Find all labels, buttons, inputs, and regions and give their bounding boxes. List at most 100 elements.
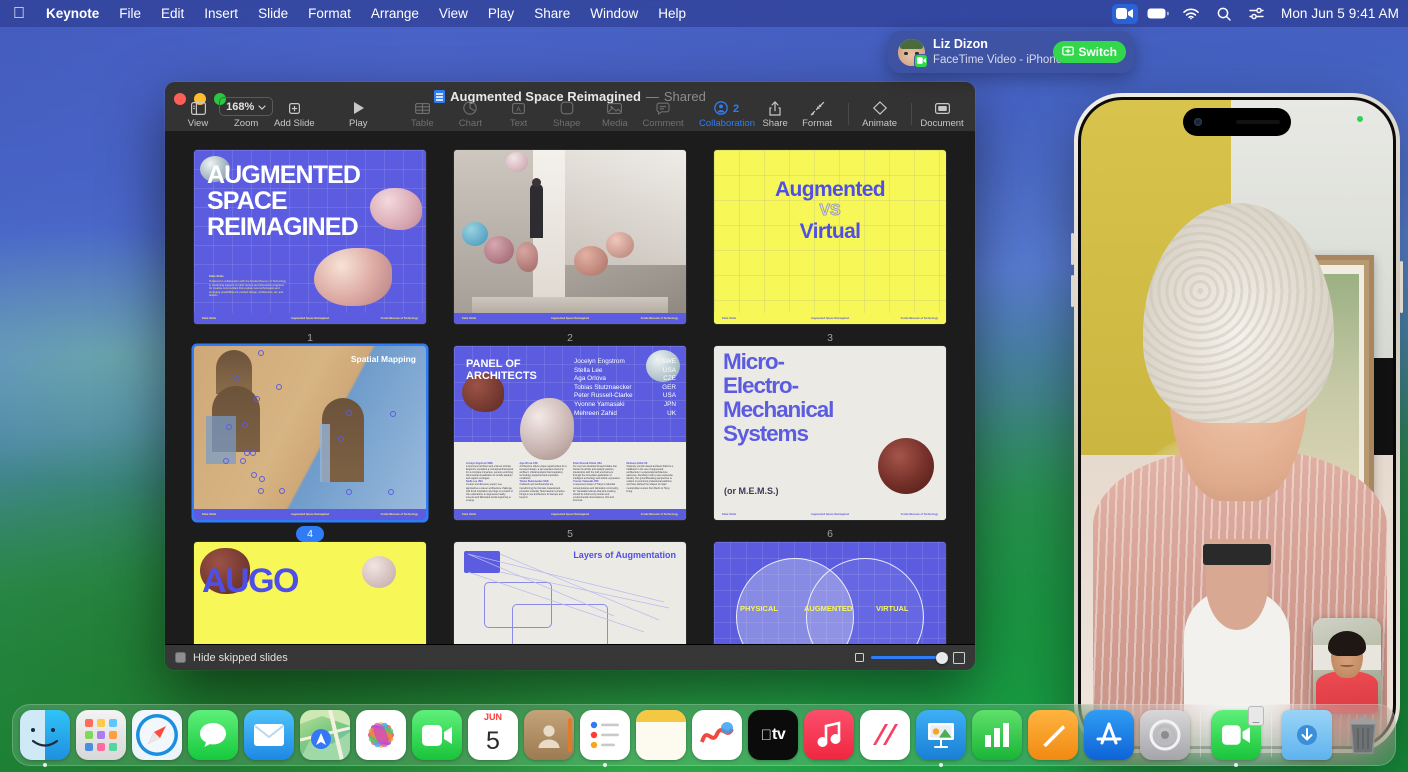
view-button[interactable]: View bbox=[177, 100, 219, 129]
dock-item-app-store[interactable] bbox=[1084, 710, 1134, 760]
menu-item-format[interactable]: Format bbox=[298, 4, 361, 24]
dock-item-tv[interactable]: tv bbox=[748, 710, 798, 760]
slide-cell-7[interactable]: AUGO 7 bbox=[180, 542, 440, 644]
slide-cell-8[interactable]: Layers of Augmentation 8 bbox=[440, 542, 700, 644]
wifi-icon[interactable] bbox=[1178, 4, 1204, 24]
chart-button[interactable]: Chart bbox=[449, 100, 491, 129]
dock-item-freeform[interactable] bbox=[692, 710, 742, 760]
menu-item-edit[interactable]: Edit bbox=[151, 4, 194, 24]
battery-icon[interactable] bbox=[1145, 4, 1171, 24]
table-icon bbox=[415, 100, 430, 116]
slide-thumbnail-8[interactable]: Layers of Augmentation bbox=[454, 542, 686, 644]
video-camera-icon[interactable] bbox=[1112, 4, 1138, 24]
slide-cell-4[interactable]: Spatial Mapping Katie Stolle Augmented S… bbox=[180, 346, 440, 542]
dock-item-keynote[interactable] bbox=[916, 710, 966, 760]
text-button[interactable]: A Text bbox=[498, 100, 540, 129]
slide-thumbnail-3[interactable]: Augmented VS Virtual Katie Stolle Augmen… bbox=[714, 150, 946, 324]
keynote-toolbar: View 168% Zoom Add Slide bbox=[165, 93, 975, 129]
media-button[interactable]: Media bbox=[594, 100, 636, 129]
volume-down-button[interactable] bbox=[1071, 275, 1074, 307]
slide-cell-5[interactable]: PANEL OF ARCHITECTS Jocelyn Engstrom Ste… bbox=[440, 346, 700, 542]
slider-knob[interactable] bbox=[936, 652, 948, 664]
dock-item-contacts[interactable] bbox=[524, 710, 574, 760]
dock-item-notes[interactable] bbox=[636, 710, 686, 760]
slide-cell-3[interactable]: Augmented VS Virtual Katie Stolle Augmen… bbox=[700, 150, 960, 346]
dock-item-system-settings[interactable] bbox=[1140, 710, 1190, 760]
menu-item-file[interactable]: File bbox=[109, 4, 151, 24]
menu-item-help[interactable]: Help bbox=[648, 4, 696, 24]
menu-item-play[interactable]: Play bbox=[478, 4, 524, 24]
slide-cell-2[interactable]: Katie Stolle Augmented Space Reimagined … bbox=[440, 150, 700, 346]
slide-thumbnail-5[interactable]: PANEL OF ARCHITECTS Jocelyn Engstrom Ste… bbox=[454, 346, 686, 520]
dock-item-messages[interactable] bbox=[188, 710, 238, 760]
play-button[interactable]: Play bbox=[337, 100, 379, 129]
animate-button[interactable]: Animate bbox=[859, 100, 901, 129]
dock-item-trash[interactable] bbox=[1338, 710, 1388, 760]
keynote-window[interactable]: Augmented Space Reimagined — Shared View… bbox=[165, 82, 975, 670]
dock-item-pages[interactable] bbox=[1028, 710, 1078, 760]
apple-menu-icon[interactable]:  bbox=[0, 6, 36, 22]
thumbnail-size-slider[interactable] bbox=[855, 652, 965, 664]
dock-item-downloads-folder[interactable] bbox=[1282, 710, 1332, 760]
slide-navigator[interactable]: AUGMENTED SPACE REIMAGINED Katie Stolle … bbox=[165, 132, 975, 644]
menu-item-keynote[interactable]: Keynote bbox=[36, 4, 109, 24]
dock-item-numbers[interactable] bbox=[972, 710, 1022, 760]
mapping-point bbox=[258, 350, 264, 356]
slide-thumbnail-4[interactable]: Spatial Mapping Katie Stolle Augmented S… bbox=[194, 346, 426, 520]
slide-thumbnail-1[interactable]: AUGMENTED SPACE REIMAGINED Katie Stolle … bbox=[194, 150, 426, 324]
zoom-control[interactable]: 168% Zoom bbox=[225, 97, 267, 129]
play-icon bbox=[352, 100, 365, 116]
mapping-point bbox=[226, 424, 232, 430]
dock-item-launchpad[interactable] bbox=[76, 710, 126, 760]
slide-thumbnail-2[interactable]: Katie Stolle Augmented Space Reimagined … bbox=[454, 150, 686, 324]
menu-bar-clock[interactable]: Mon Jun 5 9:41 AM bbox=[1277, 6, 1399, 21]
shape-button[interactable]: Shape bbox=[546, 100, 588, 129]
share-button[interactable]: Share bbox=[754, 100, 796, 129]
dock-item-photos[interactable] bbox=[356, 710, 406, 760]
bio-column: Jocelyn Engstrom SWE A prominent archite… bbox=[466, 462, 514, 502]
slide-thumbnail-9[interactable]: PHYSICAL AUGMENTED VIRTUAL bbox=[714, 542, 946, 644]
dock-item-reminders[interactable] bbox=[580, 710, 630, 760]
format-button[interactable]: Format bbox=[796, 100, 838, 129]
control-center-icon[interactable] bbox=[1244, 4, 1270, 24]
self-view-pip[interactable] bbox=[1313, 618, 1381, 714]
slide-cell-9[interactable]: PHYSICAL AUGMENTED VIRTUAL 9 bbox=[700, 542, 960, 644]
add-slide-button[interactable]: Add Slide bbox=[273, 100, 315, 129]
hide-skipped-slides-checkbox[interactable] bbox=[175, 652, 186, 663]
power-button[interactable] bbox=[1400, 261, 1403, 313]
iphone-mirroring-window[interactable] bbox=[1074, 93, 1400, 753]
dock-item-finder[interactable] bbox=[20, 710, 70, 760]
slider-track[interactable] bbox=[871, 656, 946, 659]
switch-button[interactable]: Switch bbox=[1053, 41, 1126, 63]
comment-button[interactable]: Comment bbox=[642, 100, 684, 129]
slide-thumbnail-7[interactable]: AUGO bbox=[194, 542, 426, 644]
search-icon[interactable] bbox=[1211, 4, 1237, 24]
dock-item-facetime-iphone[interactable] bbox=[1211, 710, 1261, 760]
dock-item-mail[interactable] bbox=[244, 710, 294, 760]
format-label: Format bbox=[802, 119, 832, 129]
menu-item-arrange[interactable]: Arrange bbox=[361, 4, 429, 24]
slide-cell-1[interactable]: AUGMENTED SPACE REIMAGINED Katie Stolle … bbox=[180, 150, 440, 346]
chevron-down-icon bbox=[258, 101, 266, 113]
menu-item-share[interactable]: Share bbox=[524, 4, 580, 24]
dock-item-calendar[interactable]: JUN 5 bbox=[468, 710, 518, 760]
dock-item-news[interactable] bbox=[860, 710, 910, 760]
document-button[interactable]: Document bbox=[921, 100, 963, 129]
slide-cell-6[interactable]: Micro- Electro- Mechanical Systems (or M… bbox=[700, 346, 960, 542]
iphone-screen[interactable] bbox=[1081, 100, 1393, 746]
menu-item-insert[interactable]: Insert bbox=[194, 4, 248, 24]
dock-item-music[interactable] bbox=[804, 710, 854, 760]
dock-item-maps[interactable] bbox=[300, 710, 350, 760]
collaboration-button[interactable]: 2 Collaboration bbox=[706, 100, 748, 129]
facetime-notification-banner[interactable]: Liz Dizon FaceTime Video - iPhone› Switc… bbox=[888, 31, 1134, 73]
small-thumbnail-icon[interactable] bbox=[855, 653, 864, 662]
dock-item-facetime[interactable] bbox=[412, 710, 462, 760]
menu-item-window[interactable]: Window bbox=[580, 4, 648, 24]
volume-up-button[interactable] bbox=[1071, 233, 1074, 265]
table-button[interactable]: Table bbox=[401, 100, 443, 129]
dock-item-safari[interactable] bbox=[132, 710, 182, 760]
slide-thumbnail-6[interactable]: Micro- Electro- Mechanical Systems (or M… bbox=[714, 346, 946, 520]
menu-item-slide[interactable]: Slide bbox=[248, 4, 298, 24]
menu-item-view[interactable]: View bbox=[429, 4, 478, 24]
large-thumbnail-icon[interactable] bbox=[953, 652, 965, 664]
